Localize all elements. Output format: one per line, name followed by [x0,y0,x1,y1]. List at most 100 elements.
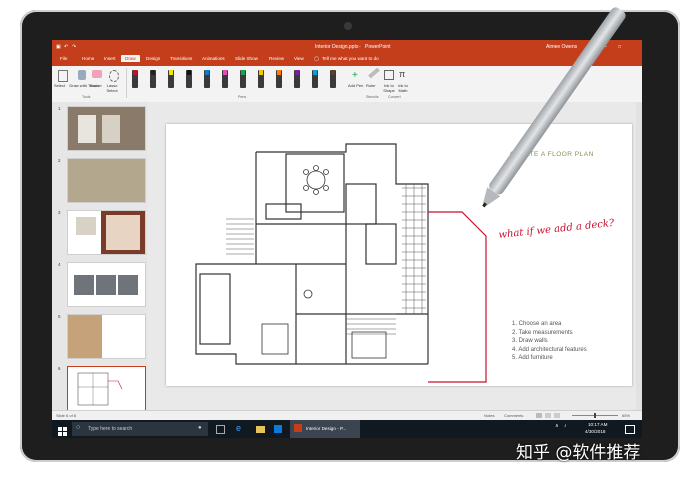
thumb-block [118,275,138,295]
pen-color-swatch [223,70,227,75]
thumb-image [106,215,140,250]
zoom-slider-thumb[interactable] [594,413,596,418]
pen-7[interactable] [240,70,246,88]
volume-icon[interactable]: ♪ [564,423,567,429]
pen-color-swatch [133,70,137,75]
select-label: Select [54,83,66,88]
document-title: Interior Design.pptx [315,44,359,50]
pen-9[interactable] [276,70,282,88]
draw-ribbon: Select Draw with Touch Eraser Lasso Sele… [52,66,642,103]
save-icon[interactable]: ▣ [56,44,61,50]
slide-sorter-icon[interactable] [545,413,551,418]
draw-with-touch-icon[interactable] [78,70,86,80]
tab-home[interactable]: Home [82,56,94,61]
tab-file[interactable]: File [60,56,67,61]
convert-group-label: Convert [388,95,401,99]
pen-color-swatch [187,70,191,75]
taskbar-app-title: Interior Design - P... [306,426,347,431]
window-image [78,115,96,143]
slide-editor: CREATE A FLOOR PLAN what if we add a dec… [148,102,642,420]
redo-icon[interactable]: ↷ [72,44,76,50]
normal-view-icon[interactable] [536,413,542,418]
ruler-icon[interactable] [368,67,380,79]
step-item: 4. Add architectural features [512,346,587,353]
pen-color-swatch [277,70,281,75]
network-icon[interactable]: ∧ [555,423,559,429]
clock-time[interactable]: 10:17 AM [588,422,607,427]
tools-group-label: Tools [82,95,91,99]
edge-browser-icon[interactable]: e [236,423,246,433]
tab-insert[interactable]: Insert [104,56,116,61]
pen-color-swatch [295,70,299,75]
ink-to-shape-icon[interactable] [384,70,394,80]
slide-thumbnail-1[interactable] [67,106,146,151]
tab-design[interactable]: Design [146,56,160,61]
tab-review[interactable]: Review [269,56,284,61]
pen-color-swatch [205,70,209,75]
powerpoint-icon [294,424,302,432]
thumb-image [76,217,96,235]
notifications-icon[interactable] [625,425,635,434]
slide-count: Slide 6 of 8 [56,413,77,418]
title-separator: - [359,44,361,50]
slide-thumbnail-2[interactable] [67,158,146,203]
tab-transitions[interactable]: Transitions [170,56,192,61]
ribbon-tabs: File Home Insert Draw Design Transitions… [52,54,642,66]
steps-list: 1. Choose an area 2. Take measurements 3… [512,320,587,363]
lightbulb-icon: ◯ [314,56,320,61]
store-icon[interactable] [274,425,282,433]
pen-10[interactable] [294,70,300,88]
taskbar-powerpoint-button[interactable]: Interior Design - P... [290,420,360,438]
thumb-image [68,315,102,358]
eraser-label: Eraser [90,83,102,88]
tab-slide-show[interactable]: Slide Show [235,56,258,61]
pen-2[interactable] [150,70,156,88]
slide-thumbnail-3[interactable] [67,210,146,255]
thumb-number: 2 [58,158,61,163]
pen-color-swatch [151,70,155,75]
pen-color-swatch [259,70,263,75]
app-name: PowerPoint [365,44,391,50]
file-explorer-icon[interactable] [256,426,265,433]
slide-thumbnail-6[interactable] [67,366,146,411]
tell-me-box[interactable]: Tell me what you want to do [322,56,379,61]
notes-button[interactable]: Notes [484,413,494,418]
camera-icon [344,22,352,30]
minimize-icon[interactable]: – [604,44,607,50]
pen-5[interactable] [204,70,210,88]
ink-to-math-icon[interactable]: π [399,69,405,79]
step-item: 5. Add furniture [512,355,553,361]
maximize-icon[interactable]: □ [618,44,621,50]
current-slide[interactable]: CREATE A FLOOR PLAN what if we add a dec… [166,124,632,386]
thumb-number: 1 [58,106,61,111]
lasso-icon[interactable] [109,70,119,82]
eraser-icon[interactable] [92,70,102,78]
user-name[interactable]: Aimee Owens [546,44,577,50]
ribbon-display-icon[interactable]: □ [590,44,593,50]
reading-view-icon[interactable] [554,413,560,418]
vertical-scrollbar[interactable] [636,102,642,420]
windows-start-icon[interactable] [58,424,68,436]
comments-button[interactable]: Comments [504,413,523,418]
microphone-icon[interactable]: ● [198,425,202,431]
undo-icon[interactable]: ↶ [64,44,68,50]
zoom-level[interactable]: 65% [622,413,630,418]
pen-6[interactable] [222,70,228,88]
pen-4[interactable] [186,70,192,88]
pen-12[interactable] [330,70,336,88]
pen-8[interactable] [258,70,264,88]
clock-date[interactable]: 4/30/2018 [585,429,605,434]
tab-view[interactable]: View [294,56,304,61]
pen-3[interactable] [168,70,174,88]
tab-animations[interactable]: Animations [202,56,225,61]
slide-thumbnail-4[interactable] [67,262,146,307]
divider [126,68,127,98]
select-icon[interactable] [58,70,68,82]
taskbar-search-box[interactable]: ○ Type here to search ● [72,422,208,436]
slide-thumbnail-5[interactable] [67,314,146,359]
add-pen-icon[interactable]: + [352,70,358,81]
tab-draw[interactable]: Draw [121,55,140,62]
pen-11[interactable] [312,70,318,88]
task-view-icon[interactable] [216,425,225,434]
pen-1[interactable] [132,70,138,88]
